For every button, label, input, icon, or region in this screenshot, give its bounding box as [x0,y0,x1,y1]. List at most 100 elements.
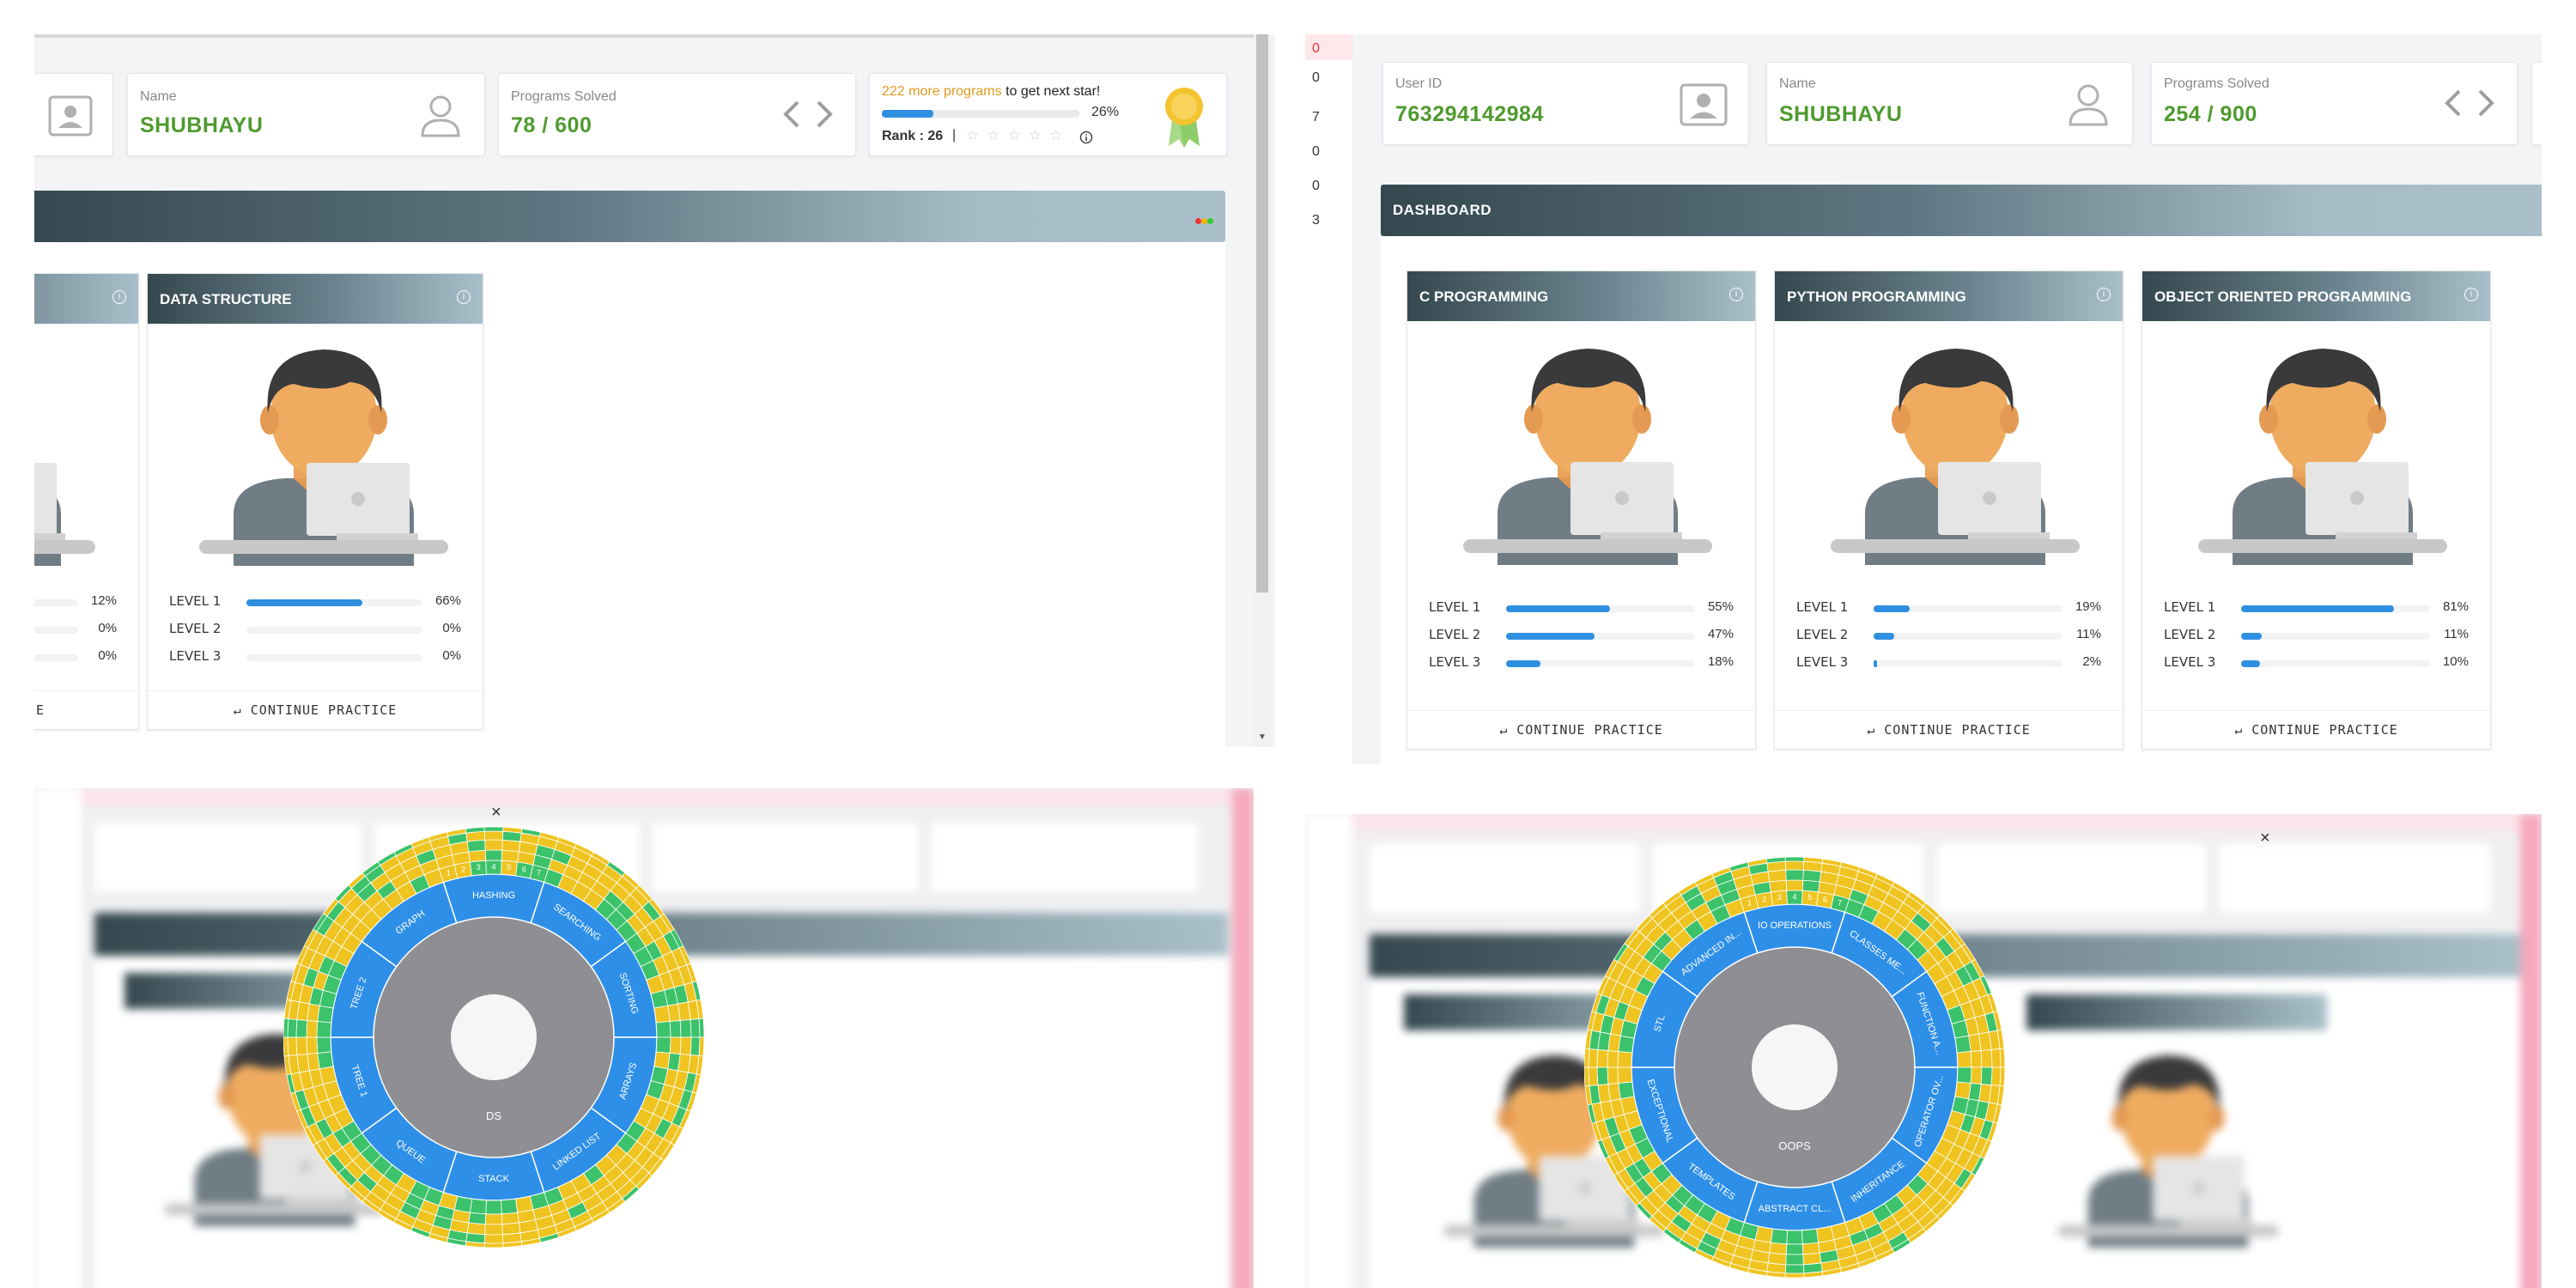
sunburst-cell[interactable] [316,1021,332,1038]
sunburst-cell[interactable] [1584,1048,1590,1068]
info-icon[interactable]: i [457,290,471,304]
sunburst-cell[interactable] [295,1018,308,1038]
continue-practice-button[interactable]: ↵ CONTINUE PRACTICE [2142,710,2490,749]
sunburst-cell[interactable] [1618,1081,1635,1100]
sunburst-cell[interactable] [484,839,503,851]
ds-sunburst-chart[interactable]: HASHINGSEARCHINGSORTINGARRAYSLINKED LIST… [283,827,704,1248]
sunburst-cell[interactable] [501,1198,519,1215]
oops-sunburst-chart[interactable]: IO OPERATIONSCLASSES ME...FUNCTION A...O… [1584,857,2005,1278]
sunburst-cell[interactable] [690,1018,701,1038]
scrollbar-thumb[interactable] [1256,34,1268,592]
sunburst-cell[interactable] [698,1036,704,1057]
sunburst-cell[interactable] [1970,1050,1983,1068]
sunburst-cell[interactable] [1767,1252,1787,1266]
sunburst-cell[interactable] [1584,1066,1590,1087]
sunburst-cell[interactable] [679,1036,692,1056]
info-icon[interactable]: i [1729,288,1743,301]
sunburst-cell[interactable] [1785,1243,1804,1255]
sidebar-item[interactable]: 0 [1312,179,1320,194]
info-icon[interactable]: i [2097,288,2111,301]
sunburst-cell[interactable] [295,1036,308,1056]
sunburst-cell[interactable] [1769,879,1788,893]
sunburst-cell[interactable] [1618,1035,1635,1054]
info-icon[interactable]: i [2464,288,2478,301]
sunburst-cell[interactable] [484,1224,503,1236]
sunburst-cell[interactable] [483,1234,504,1244]
sunburst-cell[interactable] [1785,869,1804,881]
sidebar-item[interactable]: 0 [1312,70,1320,86]
continue-practice-button[interactable]: ↵ CONTINUE PRACTICE [1775,710,2123,749]
sunburst-cell[interactable] [655,1021,671,1038]
sunburst-cell[interactable] [1980,1066,1993,1086]
course-card-data-structure[interactable]: DATA STRUCTURE i LEVEL 1 66% LEVEL 2 0% … [147,273,483,730]
sunburst-cell[interactable] [698,1018,704,1038]
sunburst-cell[interactable] [306,1036,319,1054]
sidebar-item[interactable]: 0 [1312,41,1320,57]
sunburst-cell[interactable] [317,1005,334,1024]
sunburst-cell[interactable] [1999,1048,2005,1068]
sunburst-cell[interactable] [1802,869,1822,883]
sunburst-cell[interactable] [1954,1081,1971,1100]
course-card-1[interactable]: PYTHON PROGRAMMING i LEVEL 1 19% LEVEL 2 11% L… [1774,270,2123,750]
course-card-2[interactable]: OBJECT ORIENTED PROGRAMMING i LEVEL 1 81% LE… [2142,270,2491,750]
sunburst-cell[interactable] [468,1212,487,1225]
sunburst-cell[interactable] [679,1018,692,1038]
sunburst-cell[interactable] [1617,1051,1633,1068]
close-icon[interactable]: × [491,803,501,823]
scrollbar[interactable]: ▼ [1254,34,1271,747]
sunburst-cell[interactable] [1980,1048,1993,1068]
sunburst-cell[interactable] [501,1222,521,1236]
sunburst-cell[interactable] [1607,1050,1619,1068]
close-icon[interactable]: × [2260,829,2270,848]
sunburst-cell[interactable] [484,849,503,861]
sunburst-cell[interactable] [1596,1066,1609,1086]
scroll-down-arrow[interactable]: ▼ [1258,732,1267,742]
sunburst-cell[interactable] [1785,1254,1804,1266]
sunburst-cell[interactable] [1785,879,1804,891]
sunburst-cell[interactable] [653,1005,671,1024]
sunburst-cell[interactable] [483,827,504,832]
sunburst-cell[interactable] [466,1222,486,1236]
sunburst-cell[interactable] [669,1036,682,1054]
sunburst-cell[interactable] [501,1212,519,1225]
sunburst-cell[interactable] [1802,1252,1822,1266]
sunburst-cell[interactable] [283,1036,289,1057]
sunburst-cell[interactable] [1588,1066,1599,1086]
continue-practice-button[interactable]: ↵ CONTINUE PRACTICE [148,690,483,729]
sunburst-cell[interactable] [306,1020,319,1038]
sunburst-cell[interactable] [1767,869,1787,883]
sunburst-cell[interactable] [1956,1051,1972,1068]
sunburst-cell[interactable] [317,1051,334,1070]
sunburst-cell[interactable] [1784,1273,1805,1278]
sunburst-cell[interactable] [1784,857,1805,862]
sunburst-cell[interactable] [1786,1230,1803,1245]
sunburst-cell[interactable] [1970,1066,1983,1084]
sunburst-cell[interactable] [1999,1066,2005,1087]
info-icon[interactable]: i [112,290,126,304]
sunburst-cell[interactable] [1801,1242,1820,1255]
sunburst-cell[interactable] [501,839,521,853]
continue-practice-button[interactable]: ↵ CONTINUE PRACTICE [1407,710,1755,749]
sunburst-cell[interactable] [483,830,504,841]
sunburst-cell[interactable] [1588,1048,1599,1068]
sunburst-cell[interactable] [1784,860,1805,871]
course-card-partial[interactable]: i 12% 0% 0% E [34,273,139,730]
sunburst-cell[interactable] [1801,879,1820,893]
sidebar-item[interactable]: 0 [1312,144,1320,160]
sunburst-cell[interactable] [283,1018,289,1038]
sunburst-cell[interactable] [484,1213,503,1225]
sunburst-cell[interactable] [1617,1066,1633,1084]
sunburst-cell[interactable] [483,1242,504,1248]
sunburst-cell[interactable] [1596,1048,1609,1068]
sunburst-cell[interactable] [669,1020,682,1038]
continue-practice-partial[interactable]: E [34,690,138,729]
sunburst-cell[interactable] [468,849,487,863]
sunburst-cell[interactable] [1990,1066,2002,1086]
sunburst-cell[interactable] [501,849,519,863]
sunburst-cell[interactable] [653,1051,671,1070]
sunburst-cell[interactable] [655,1036,671,1054]
sunburst-cell[interactable] [287,1036,298,1056]
sunburst-cell[interactable] [1784,1264,1805,1274]
sunburst-cell[interactable] [466,839,486,853]
sunburst-cell[interactable] [1954,1035,1971,1054]
